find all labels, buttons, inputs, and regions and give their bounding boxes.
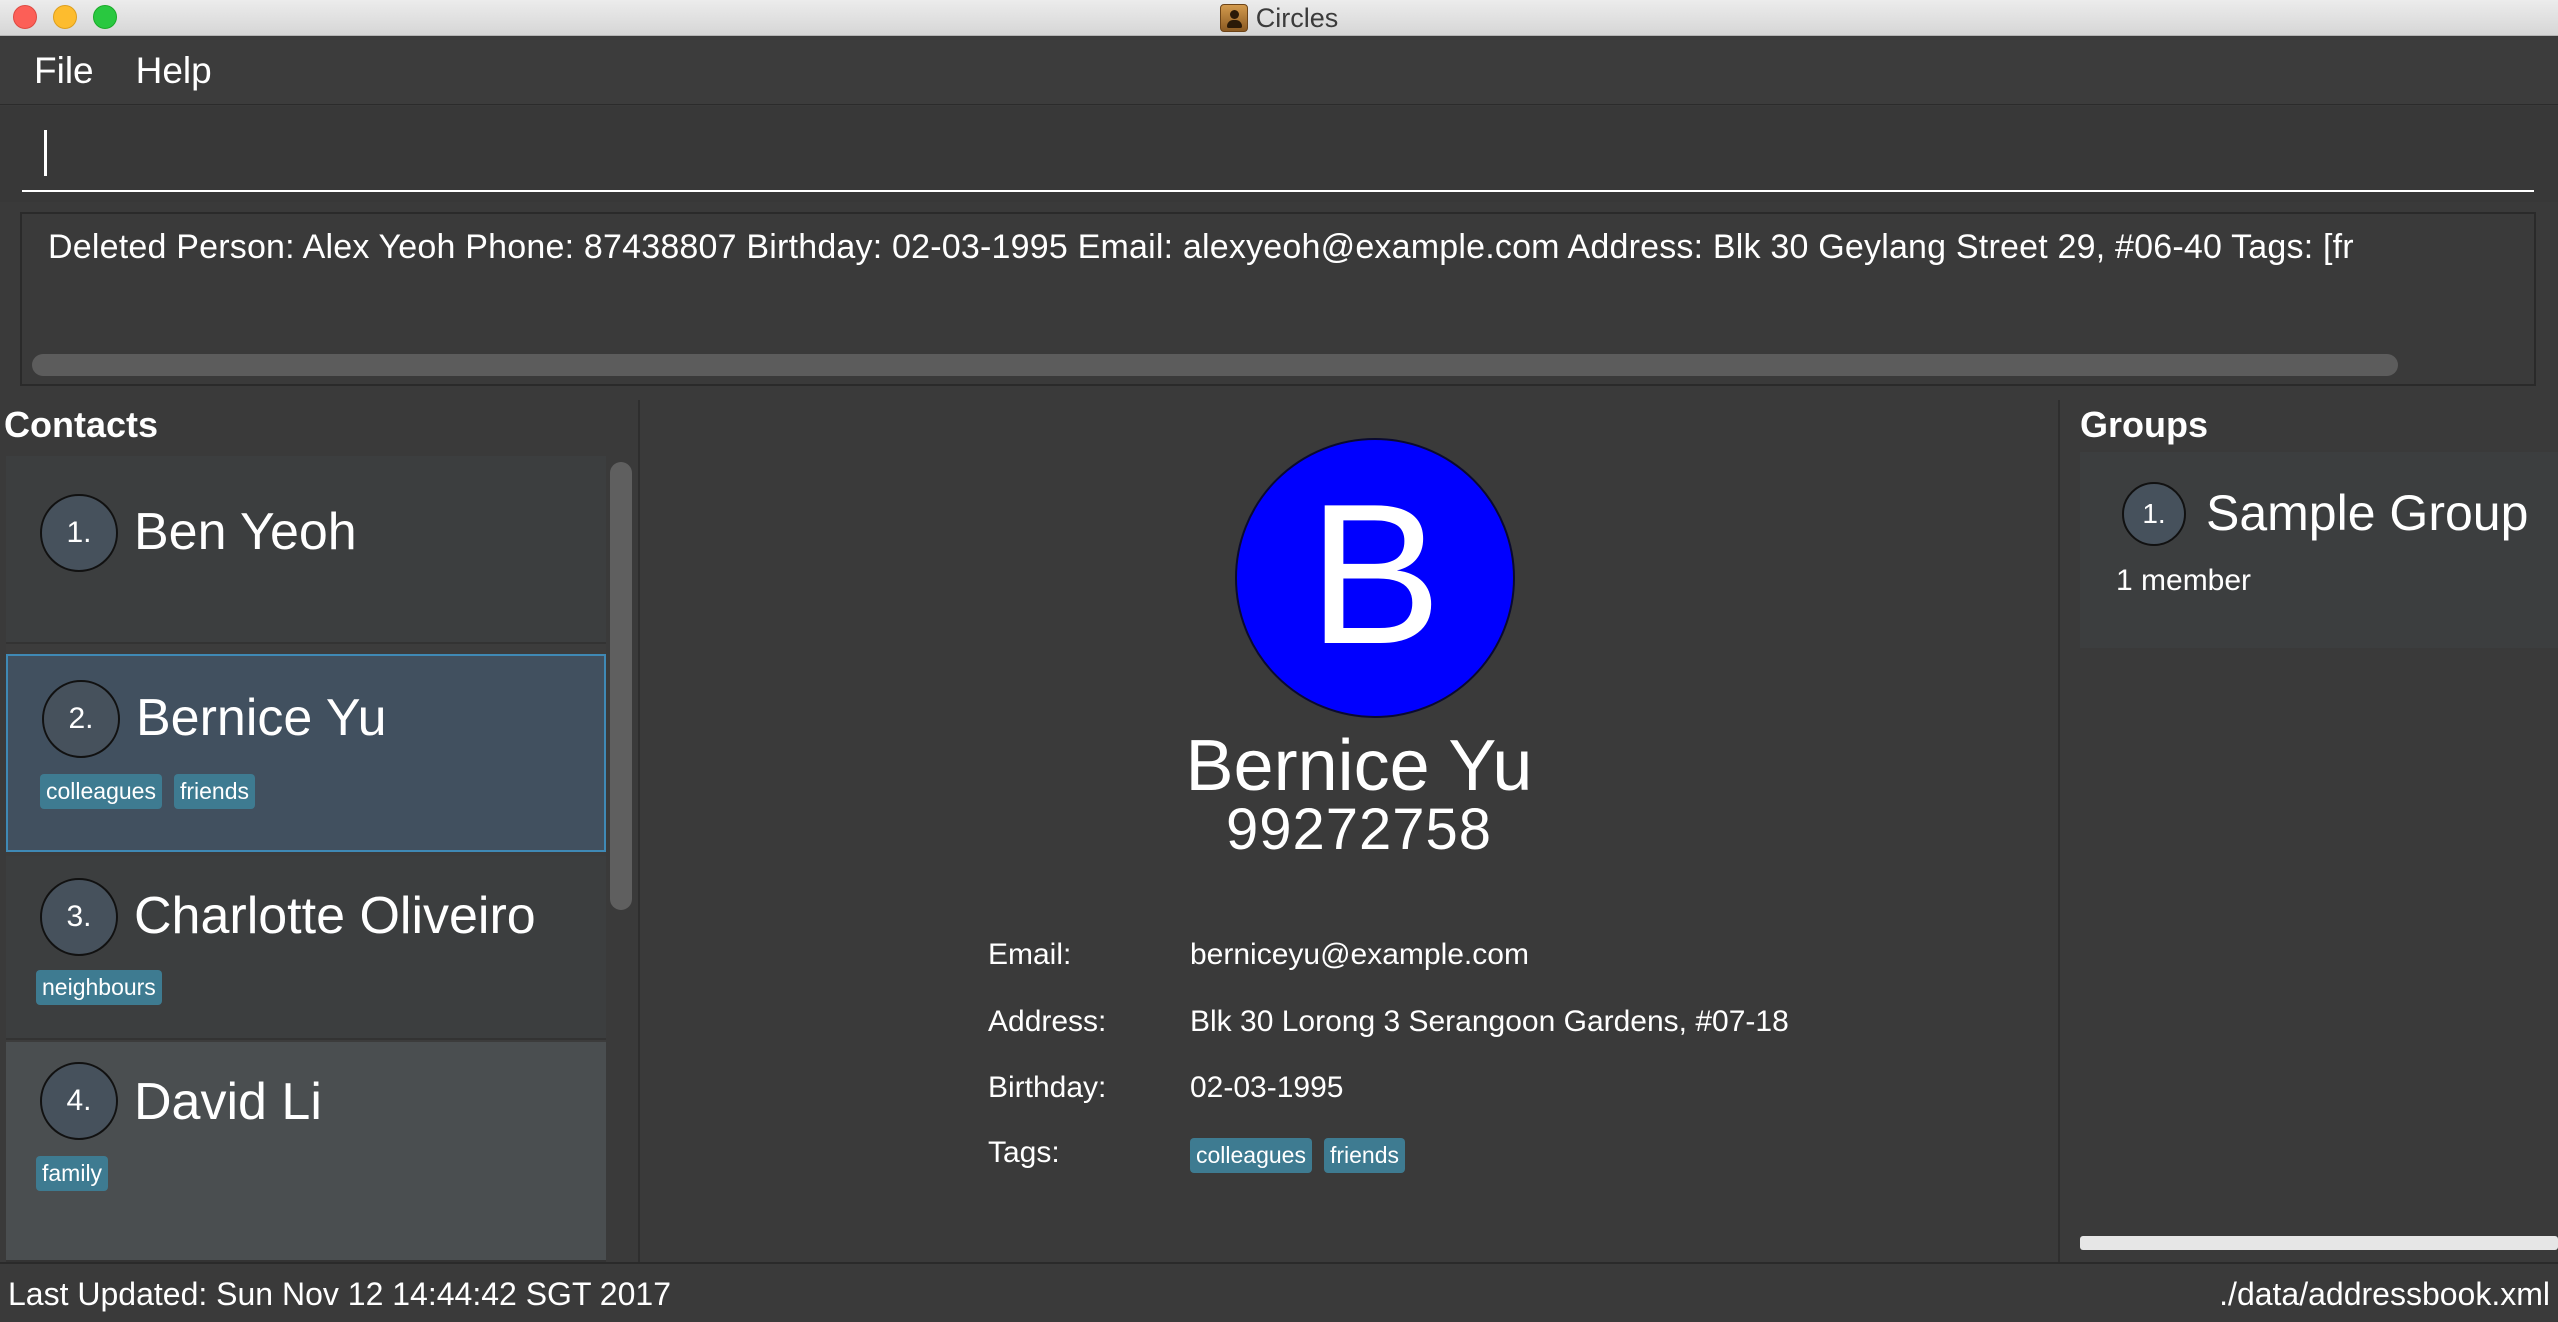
tag-family: family [36,1156,109,1191]
group-member-count: 1 member [2116,564,2252,597]
contact-tags: family [36,1156,120,1191]
contact-index-badge: 1. [40,494,118,572]
tag-neighbours: neighbours [36,970,162,1005]
menu-help[interactable]: Help [136,50,212,92]
command-box-area [0,106,2558,202]
contacts-panel: Contacts 1. Ben Yeoh 2. Bernice Yu colle… [0,400,640,1262]
contacts-scroll-thumb[interactable] [610,462,632,910]
groups-horizontal-scrollbar[interactable] [2080,1236,2558,1250]
menu-file[interactable]: File [34,50,94,92]
detail-name: Bernice Yu [1185,726,1533,806]
group-card-1[interactable]: 1. Sample Group 1 member [2080,452,2558,648]
contact-index-badge: 3. [40,878,118,956]
result-scroll-thumb[interactable] [32,354,2398,376]
contacts-vertical-scrollbar[interactable] [610,460,632,1260]
address-label: Address: [988,1005,1107,1038]
tag-friends: friends [1323,1138,1406,1173]
contact-name: David Li [134,1073,322,1131]
detail-tags: colleagues friends [1190,1138,1417,1173]
title-bar: Circles [0,0,2558,36]
status-bar: Last Updated: Sun Nov 12 14:44:42 SGT 20… [0,1262,2558,1322]
groups-title: Groups [2080,404,2209,445]
command-input[interactable] [22,120,2534,192]
contact-index-badge: 2. [42,680,120,758]
window-title: Circles [1255,2,1339,33]
contacts-title: Contacts [4,404,159,445]
save-location-status: ./data/addressbook.xml [2219,1276,2550,1312]
birthday-value: 02-03-1995 [1190,1071,1344,1104]
last-updated-status: Last Updated: Sun Nov 12 14:44:42 SGT 20… [8,1276,671,1312]
person-detail-panel: B Bernice Yu 99272758 Email: berniceyu@e… [642,400,2060,1262]
detail-phone: 99272758 [1225,797,1493,862]
email-label: Email: [988,938,1072,971]
contact-card-4[interactable]: 4. David Li family [6,1042,606,1262]
menu-bar: File Help [0,37,2558,105]
tag-friends: friends [173,774,256,809]
result-message: Deleted Person: Alex Yeoh Phone: 8743880… [48,228,2354,266]
contact-card-2[interactable]: 2. Bernice Yu colleagues friends [6,654,606,852]
tag-colleagues: colleagues [1190,1138,1312,1173]
contact-name: Bernice Yu [136,689,387,747]
contact-index-badge: 4. [40,1062,118,1140]
birthday-label: Birthday: [988,1071,1107,1104]
contact-name: Ben Yeoh [134,503,357,561]
group-index-badge: 1. [2122,482,2186,546]
contact-name: Charlotte Oliveiro [134,887,536,945]
email-value: berniceyu@example.com [1190,938,1529,971]
text-caret [44,130,47,176]
result-horizontal-scrollbar[interactable] [32,354,2532,376]
contact-tags: neighbours [36,970,174,1005]
groups-panel: Groups 1. Sample Group 1 member [2062,400,2558,1262]
tags-label: Tags: [988,1136,1060,1169]
avatar-letter: B [1308,463,1442,686]
group-name: Sample Group [2206,485,2529,541]
contact-list: 1. Ben Yeoh 2. Bernice Yu colleagues fri… [6,456,606,1262]
contact-card-3[interactable]: 3. Charlotte Oliveiro neighbours [6,856,606,1040]
tag-colleagues: colleagues [40,774,162,809]
window-title-group: Circles [0,0,2558,36]
contact-tags: colleagues friends [40,774,267,809]
address-value: Blk 30 Lorong 3 Serangoon Gardens, #07-1… [1190,1005,1789,1038]
app-icon [1219,4,1248,32]
contact-card-1[interactable]: 1. Ben Yeoh [6,456,606,644]
result-display: Deleted Person: Alex Yeoh Phone: 8743880… [20,212,2536,386]
avatar: B [1235,438,1515,718]
